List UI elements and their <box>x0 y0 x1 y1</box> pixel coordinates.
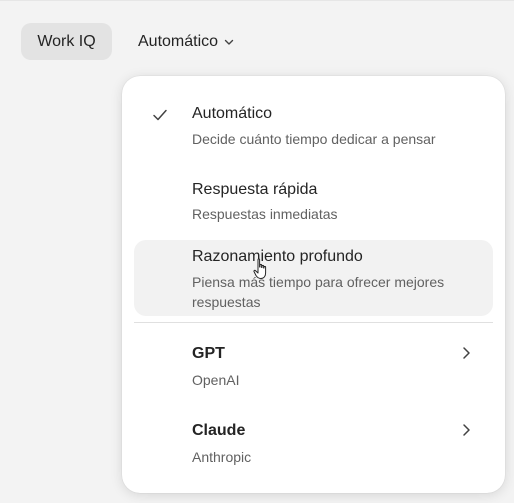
chevron-down-icon <box>224 39 234 45</box>
menu-item-respuesta-rapida[interactable]: Respuesta rápida Respuestas inmediatas <box>122 172 505 232</box>
menu-item-title: Claude <box>192 422 246 439</box>
menu-item-title: Automático <box>192 105 273 122</box>
hand-pointer-icon <box>253 258 267 279</box>
menu-item-automatico[interactable]: Automático Decide cuánto tiempo dedicar … <box>122 96 505 160</box>
menu-item-razonamiento-profundo[interactable]: Razonamiento profundo Piensa más tiempo … <box>134 240 493 316</box>
chevron-right-icon <box>463 424 470 436</box>
menu-item-title: Razonamiento profundo <box>192 248 363 265</box>
menu-item-title: GPT <box>192 345 225 362</box>
top-bar: Work IQ Automático <box>0 0 514 80</box>
mode-menu: Automático Decide cuánto tiempo dedicar … <box>122 76 505 493</box>
mode-dropdown-label: Automático <box>138 33 219 50</box>
menu-item-subtitle: Anthropic <box>192 449 252 465</box>
menu-item-claude[interactable]: Claude Anthropic <box>122 412 505 472</box>
menu-divider <box>134 322 493 323</box>
menu-item-subtitle: Decide cuánto tiempo dedicar a pensar <box>192 131 436 147</box>
menu-item-subtitle: Respuestas inmediatas <box>192 206 338 222</box>
mode-dropdown[interactable]: Automático <box>138 23 234 60</box>
work-iq-chip[interactable]: Work IQ <box>21 23 112 60</box>
menu-item-title: Respuesta rápida <box>192 181 318 198</box>
top-divider <box>0 0 514 1</box>
menu-item-gpt[interactable]: GPT OpenAI <box>122 336 505 396</box>
menu-item-subtitle: OpenAI <box>192 372 240 388</box>
checkmark-icon <box>153 109 167 121</box>
chevron-right-icon <box>463 347 470 359</box>
menu-item-subtitle: Piensa más tiempo para ofrecer mejores r… <box>192 274 445 310</box>
